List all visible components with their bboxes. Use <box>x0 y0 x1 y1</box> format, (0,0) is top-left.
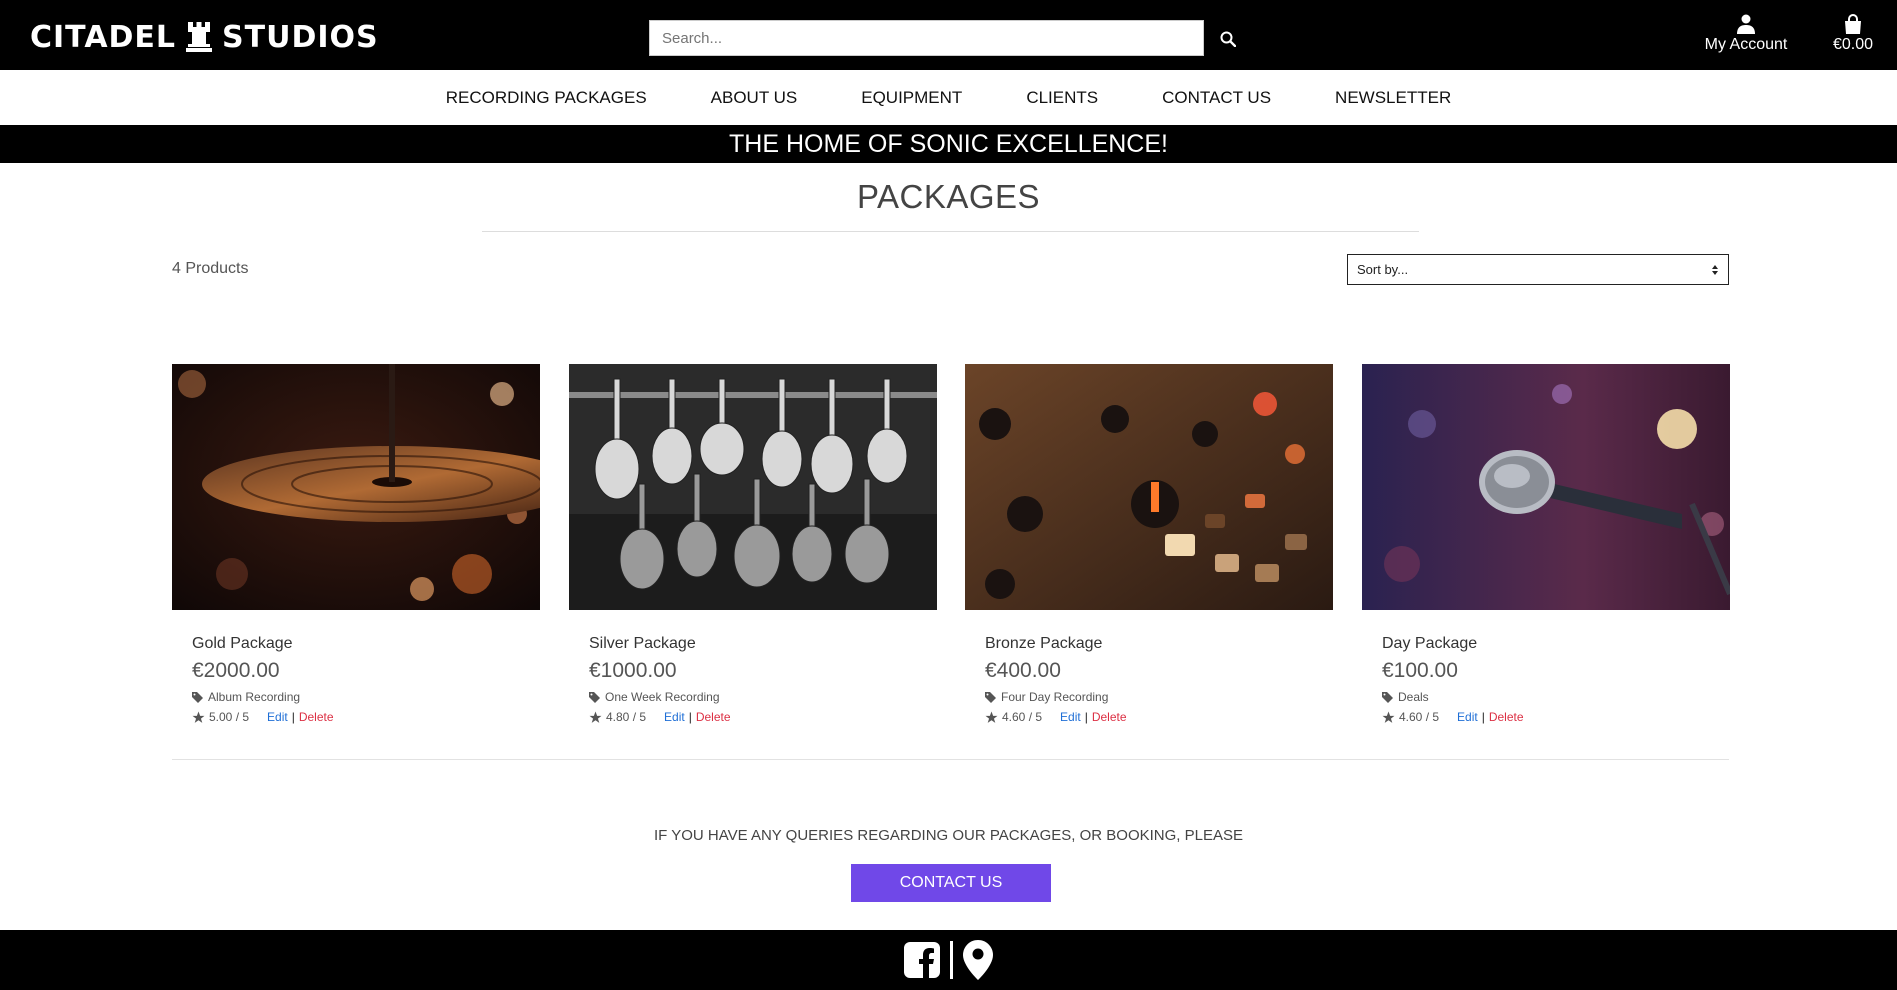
facebook-icon[interactable] <box>904 942 940 978</box>
product-price: €100.00 <box>1382 659 1458 682</box>
product-price: €2000.00 <box>192 659 280 682</box>
top-header: CITADEL STUDIOS My Account <box>0 0 1897 70</box>
shopping-bag-link[interactable]: €0.00 <box>1825 14 1881 54</box>
link-separator: | <box>688 710 692 724</box>
link-separator: | <box>1084 710 1088 724</box>
product-rating: 5.00 / 5 <box>209 710 250 724</box>
edit-link[interactable]: Edit <box>267 710 288 724</box>
products-divider <box>172 759 1729 760</box>
footer <box>0 930 1897 990</box>
edit-link[interactable]: Edit <box>664 710 685 724</box>
product-name[interactable]: Gold Package <box>192 635 520 653</box>
tag-icon <box>589 691 600 703</box>
nav-item-recording-packages: RECORDING PACKAGES <box>446 88 647 108</box>
nav-item-contact-us: CONTACT US <box>1162 88 1271 108</box>
product-category-label: Four Day Recording <box>1001 690 1109 704</box>
product-meta: 4.60 / 5 Edit | Delete <box>1382 710 1710 724</box>
main-nav: RECORDING PACKAGES ABOUT US EQUIPMENT CL… <box>0 70 1897 125</box>
product-image-microphone[interactable] <box>1362 364 1730 610</box>
sort-select-label: Sort by... <box>1357 262 1409 277</box>
star-icon <box>192 711 205 723</box>
select-arrows-icon <box>1712 264 1718 275</box>
product-rating: 4.80 / 5 <box>606 710 647 724</box>
product-count: 4 Products <box>172 260 249 277</box>
nav-link-clients[interactable]: CLIENTS <box>1026 88 1098 108</box>
query-text: IF YOU HAVE ANY QUERIES REGARDING OUR PA… <box>653 827 1244 844</box>
tag-icon <box>1382 691 1393 703</box>
product-price: €400.00 <box>985 659 1061 682</box>
delete-link[interactable]: Delete <box>696 710 731 724</box>
link-separator: | <box>291 710 295 724</box>
user-icon <box>1737 14 1755 34</box>
product-name[interactable]: Day Package <box>1382 635 1710 653</box>
my-account-label: My Account <box>1704 36 1788 53</box>
star-icon <box>985 711 998 723</box>
nav-link-contact-us[interactable]: CONTACT US <box>1162 88 1271 108</box>
cart-total: €0.00 <box>1832 36 1874 53</box>
product-image-guitars[interactable] <box>569 364 937 610</box>
brand-name-right: STUDIOS <box>222 19 379 55</box>
edit-link[interactable]: Edit <box>1457 710 1478 724</box>
product-card: Day Package €100.00 Deals 4.60 / 5 Edit … <box>1362 364 1730 724</box>
promo-banner: THE HOME OF SONIC EXCELLENCE! <box>0 125 1897 163</box>
product-category[interactable]: One Week Recording <box>589 690 917 704</box>
product-card: Silver Package €1000.00 One Week Recordi… <box>569 364 937 724</box>
delete-link[interactable]: Delete <box>299 710 334 724</box>
map-marker-icon[interactable] <box>963 940 993 980</box>
sort-select[interactable]: Sort by... <box>1347 254 1729 285</box>
product-price: €1000.00 <box>589 659 677 682</box>
product-meta: 4.60 / 5 Edit | Delete <box>985 710 1313 724</box>
nav-item-about-us: ABOUT US <box>711 88 798 108</box>
product-rating: 4.60 / 5 <box>1399 710 1440 724</box>
my-account-link[interactable]: My Account <box>1700 14 1792 54</box>
search-input[interactable] <box>650 21 1203 55</box>
nav-link-about-us[interactable]: ABOUT US <box>711 88 798 108</box>
delete-link[interactable]: Delete <box>1092 710 1127 724</box>
product-category-label: Deals <box>1398 690 1429 704</box>
product-name[interactable]: Silver Package <box>589 635 917 653</box>
footer-separator <box>950 941 953 979</box>
nav-link-newsletter[interactable]: NEWSLETTER <box>1335 88 1451 108</box>
search-icon <box>1220 31 1236 47</box>
search-box <box>649 20 1204 56</box>
search-button[interactable] <box>1210 22 1246 56</box>
product-rating: 4.60 / 5 <box>1002 710 1043 724</box>
product-image-cymbal[interactable] <box>172 364 540 610</box>
title-divider <box>482 231 1419 232</box>
product-meta: 4.80 / 5 Edit | Delete <box>589 710 917 724</box>
product-category[interactable]: Four Day Recording <box>985 690 1313 704</box>
star-icon <box>1382 711 1395 723</box>
product-card: Bronze Package €400.00 Four Day Recordin… <box>965 364 1333 724</box>
product-card: Gold Package €2000.00 Album Recording 5.… <box>172 364 540 724</box>
product-name[interactable]: Bronze Package <box>985 635 1313 653</box>
link-separator: | <box>1481 710 1485 724</box>
rook-icon <box>186 22 213 52</box>
product-meta: 5.00 / 5 Edit | Delete <box>192 710 520 724</box>
product-category[interactable]: Album Recording <box>192 690 520 704</box>
nav-item-equipment: EQUIPMENT <box>861 88 962 108</box>
product-category-label: Album Recording <box>208 690 301 704</box>
tag-icon <box>192 691 203 703</box>
product-image-mixer[interactable] <box>965 364 1333 610</box>
tag-icon <box>985 691 996 703</box>
star-icon <box>589 711 602 723</box>
contact-us-button[interactable]: CONTACT US <box>851 864 1051 902</box>
page-title: PACKAGES <box>856 178 1041 215</box>
delete-link[interactable]: Delete <box>1489 710 1524 724</box>
shopping-bag-icon <box>1845 14 1861 34</box>
nav-item-clients: CLIENTS <box>1026 88 1098 108</box>
product-category[interactable]: Deals <box>1382 690 1710 704</box>
edit-link[interactable]: Edit <box>1060 710 1081 724</box>
product-category-label: One Week Recording <box>605 690 720 704</box>
nav-link-recording-packages[interactable]: RECORDING PACKAGES <box>446 88 647 108</box>
brand-logo[interactable]: CITADEL STUDIOS <box>30 19 379 55</box>
nav-item-newsletter: NEWSLETTER <box>1335 88 1451 108</box>
nav-link-equipment[interactable]: EQUIPMENT <box>861 88 962 108</box>
brand-name-left: CITADEL <box>30 19 177 55</box>
